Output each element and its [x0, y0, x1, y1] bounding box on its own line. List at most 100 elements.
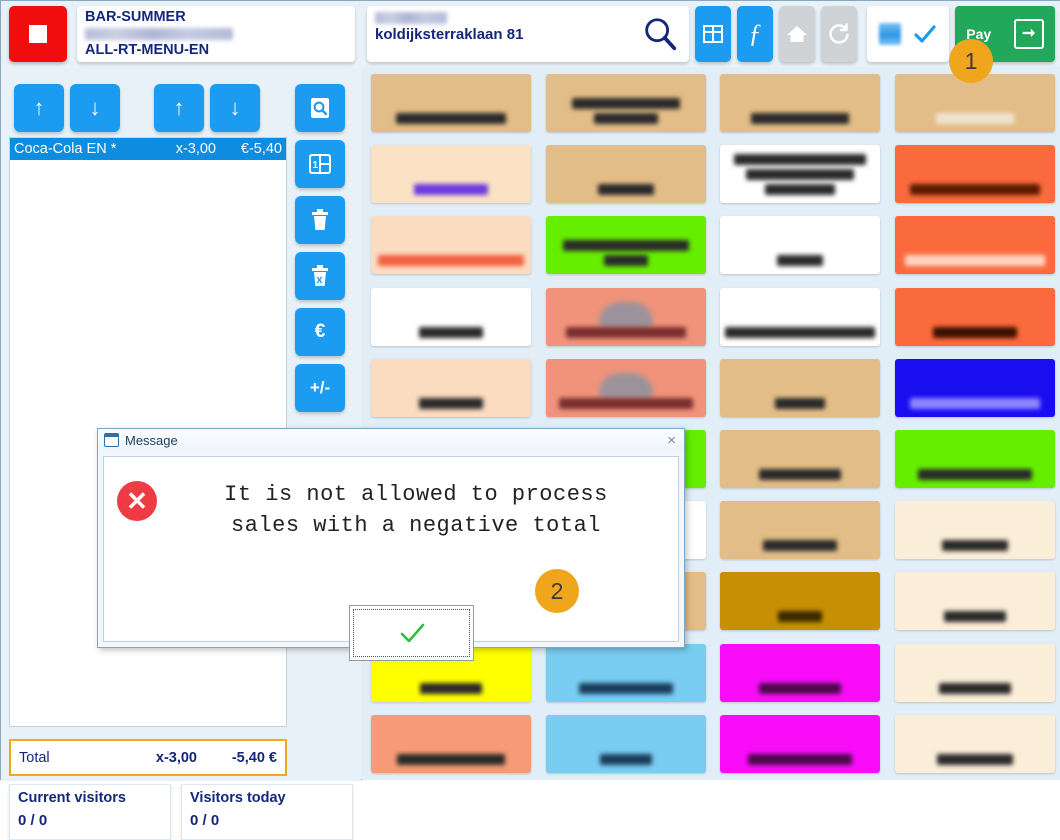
redacted-text: [775, 397, 825, 409]
redacted-text: [943, 611, 1006, 623]
line-item-qty: x-3,00: [175, 141, 216, 157]
customer-search-card[interactable]: koldijksterraklaan 81: [367, 6, 689, 62]
close-icon[interactable]: ×: [665, 433, 678, 448]
product-tile-label: [895, 753, 1055, 765]
customer-redacted-name: [375, 12, 447, 24]
product-tile-label: [895, 255, 1055, 267]
cloud-icon: [598, 372, 653, 399]
product-tile[interactable]: [720, 643, 880, 702]
product-tile[interactable]: [894, 643, 1055, 702]
trash-x-icon: x: [312, 264, 328, 286]
product-tile[interactable]: [894, 501, 1055, 560]
current-visitors-value: 0 / 0: [18, 812, 48, 829]
visitors-today-card: Visitors today 0 / 0: [181, 784, 353, 840]
redacted-text: [420, 682, 482, 694]
dialog-message-line2: sales with a negative total: [231, 513, 601, 538]
search-icon[interactable]: [641, 15, 679, 53]
product-tile-label: [895, 469, 1055, 480]
product-tile[interactable]: [371, 216, 531, 275]
delete-all-button[interactable]: x: [295, 252, 345, 300]
refresh-button[interactable]: [821, 6, 857, 62]
redacted-text: [759, 469, 841, 480]
redacted-text: [935, 113, 1014, 124]
function-button[interactable]: ƒ: [737, 6, 773, 62]
check-icon[interactable]: [912, 21, 938, 47]
total-qty: x-3,00: [155, 749, 197, 766]
product-tile[interactable]: [545, 216, 706, 275]
refresh-icon: [829, 23, 849, 44]
confirm-card[interactable]: [867, 6, 949, 62]
product-grid[interactable]: [362, 67, 1060, 780]
product-tile[interactable]: [720, 572, 880, 631]
step-badge-1: 1: [949, 39, 993, 83]
product-tile[interactable]: [720, 430, 880, 488]
product-tile[interactable]: [720, 145, 880, 204]
product-tile[interactable]: [894, 714, 1055, 773]
product-tile[interactable]: [894, 216, 1055, 275]
product-tile[interactable]: [371, 145, 531, 204]
plus-minus-icon: +/-: [309, 378, 331, 397]
product-tile[interactable]: [371, 714, 531, 773]
message-dialog[interactable]: Message × ✕ It is not allowed to process…: [97, 428, 685, 661]
line-item-name: Coca-Cola EN *: [14, 141, 117, 157]
stop-button[interactable]: [9, 6, 67, 62]
product-tile[interactable]: [720, 74, 880, 132]
home-button[interactable]: [779, 6, 815, 62]
check-icon: [400, 623, 424, 643]
number-pad-icon: 1: [309, 154, 331, 174]
redacted-text: [734, 154, 866, 166]
product-tile[interactable]: [545, 358, 706, 417]
cloud-icon: [598, 301, 653, 328]
visitors-today-value: 0 / 0: [190, 812, 220, 829]
product-tile[interactable]: [371, 287, 531, 346]
move-down-button[interactable]: ↓: [210, 84, 260, 132]
grid-view-button[interactable]: [695, 6, 731, 62]
product-tile-label: [546, 682, 706, 694]
product-tile[interactable]: [720, 714, 880, 773]
list-item[interactable]: Coca-Cola EN * x-3,00 €-5,40: [10, 138, 286, 160]
product-tile[interactable]: [720, 216, 880, 275]
delete-line-button[interactable]: [295, 196, 345, 244]
product-tile[interactable]: [894, 145, 1055, 204]
redacted-text: [558, 397, 693, 409]
product-tile-label: [546, 184, 706, 196]
product-tile[interactable]: [894, 572, 1055, 631]
product-tile[interactable]: [720, 358, 880, 417]
product-tile[interactable]: [720, 501, 880, 560]
product-tile[interactable]: [545, 714, 706, 773]
redacted-text: [917, 469, 1032, 480]
svg-text:x: x: [316, 274, 323, 286]
redacted-text: [565, 326, 686, 338]
venue-info-card[interactable]: BAR-SUMMER ALL-RT-MENU-EN: [77, 6, 355, 62]
step-badge-2-number: 2: [550, 577, 564, 604]
product-tile-label: [720, 154, 880, 196]
redacted-text: [763, 540, 837, 552]
product-tile[interactable]: [545, 643, 706, 702]
redacted-text: [936, 753, 1013, 765]
product-tile[interactable]: [720, 287, 880, 346]
ok-button[interactable]: [349, 605, 474, 661]
product-tile[interactable]: [545, 74, 706, 132]
product-tile[interactable]: [371, 74, 531, 132]
arrow-down-icon: ↓: [229, 95, 241, 120]
redacted-text: [725, 326, 875, 338]
product-tile-label: [720, 255, 880, 267]
sign-toggle-button[interactable]: +/-: [295, 364, 345, 412]
home-icon: [787, 26, 807, 42]
product-tile[interactable]: [894, 358, 1055, 417]
redacted-text: [909, 397, 1040, 409]
dialog-title-bar: Message ×: [98, 429, 684, 451]
lookup-receipt-button[interactable]: [295, 84, 345, 132]
product-tile[interactable]: [894, 430, 1055, 488]
product-tile[interactable]: [371, 358, 531, 417]
product-tile[interactable]: [894, 287, 1055, 346]
price-button[interactable]: €: [295, 308, 345, 356]
scroll-down-button[interactable]: ↓: [70, 84, 120, 132]
redacted-text: [578, 682, 673, 694]
quantity-button[interactable]: 1: [295, 140, 345, 188]
scroll-up-button[interactable]: ↑: [14, 84, 64, 132]
product-tile[interactable]: [545, 287, 706, 346]
move-up-button[interactable]: ↑: [154, 84, 204, 132]
window-icon: [104, 433, 119, 447]
product-tile[interactable]: [545, 145, 706, 204]
